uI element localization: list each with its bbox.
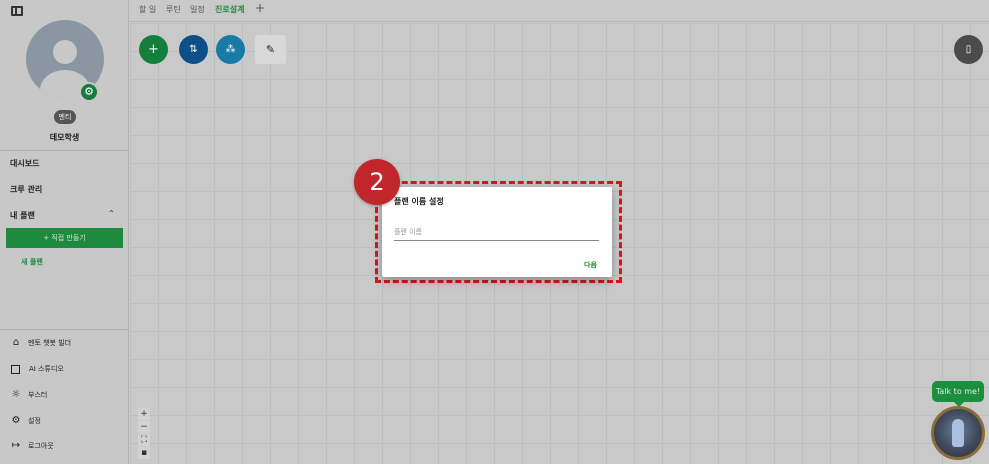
add-tab-button[interactable]: + — [255, 1, 265, 15]
sidebar-item-dashboard[interactable]: 대시보드 — [10, 158, 39, 169]
zoom-controls: + − ⛶ ▪ — [138, 408, 150, 460]
sidebar-item-label: 부스터 — [28, 391, 48, 399]
next-button[interactable]: 다음 — [584, 260, 597, 270]
sidebar-item-settings[interactable]: ⚙ 설정 — [10, 414, 41, 428]
tab-career-design[interactable]: 진로설계 — [215, 4, 244, 15]
chat-bubble[interactable]: Talk to me! — [932, 381, 984, 407]
tab-todo[interactable]: 할 일 — [139, 4, 156, 15]
sidebar-item-booster[interactable]: ☼ 부스터 — [10, 388, 48, 402]
pencil-icon: ✎ — [265, 43, 276, 56]
edit-button[interactable]: ✎ — [255, 35, 286, 64]
chevron-up-icon[interactable]: ⌃ — [108, 209, 115, 218]
tab-schedule[interactable]: 일정 — [190, 4, 205, 15]
create-plan-button[interactable]: + 직접 만들기 — [6, 228, 123, 248]
sidebar-item-ai-studio[interactable]: AI 스튜디오 — [10, 362, 64, 376]
sort-button[interactable]: ⇅ — [179, 35, 208, 64]
user-name: 데모학생 — [49, 133, 80, 142]
new-plan-link[interactable]: 새 플랜 — [21, 257, 43, 267]
nodes-icon: ⁂ — [225, 44, 236, 55]
sidebar-item-logout[interactable]: ↦ 로그아웃 — [10, 439, 54, 453]
divider — [0, 329, 129, 330]
robot-icon: ⌂ — [12, 337, 20, 348]
tab-routine[interactable]: 루틴 — [166, 4, 181, 15]
zoom-in-icon[interactable]: + — [138, 408, 150, 420]
sidebar-item-label: 로그아웃 — [28, 442, 54, 450]
role-badge: 멘티 — [54, 110, 76, 124]
fit-view-icon[interactable]: ⛶ — [138, 434, 150, 446]
profile-settings-gear-icon[interactable]: ⚙ — [79, 82, 99, 102]
divider — [0, 150, 129, 151]
sidebar-item-label: 설정 — [28, 417, 41, 425]
sidebar-item-crew[interactable]: 크루 관리 — [10, 184, 42, 195]
sidebar-item-label: 멘토 챗봇 빌더 — [28, 339, 72, 347]
trash-icon: ▯ — [965, 44, 972, 55]
plus-icon: + — [148, 42, 159, 57]
sort-arrows-icon: ⇅ — [189, 44, 198, 55]
chatbot-avatar[interactable] — [931, 406, 985, 460]
network-button[interactable]: ⁂ — [216, 35, 245, 64]
sidebar-item-my-plans[interactable]: 내 플랜 — [10, 210, 35, 221]
plan-name-dialog: 플랜 이름 설정 다음 — [382, 187, 612, 277]
sidebar: ⚙ 멘티 데모학생 대시보드 크루 관리 내 플랜 ⌃ + 직접 만들기 새 플… — [0, 0, 129, 464]
sidebar-toggle-icon[interactable] — [11, 6, 23, 16]
gear-icon: ⚙ — [11, 415, 21, 426]
lock-icon[interactable]: ▪ — [138, 447, 150, 459]
sidebar-item-chatbot-builder[interactable]: ⌂ 멘토 챗봇 빌더 — [10, 336, 71, 350]
delete-button[interactable]: ▯ — [954, 35, 983, 64]
zoom-out-icon[interactable]: − — [138, 421, 150, 433]
square-icon — [11, 364, 20, 374]
sidebar-item-label: AI 스튜디오 — [29, 365, 64, 373]
rocket-icon: ☼ — [11, 389, 21, 400]
plan-name-input[interactable] — [394, 223, 599, 241]
step-badge: 2 — [354, 159, 400, 205]
add-node-button[interactable]: + — [139, 35, 168, 64]
dialog-title: 플랜 이름 설정 — [394, 197, 444, 206]
logout-icon: ↦ — [11, 440, 21, 451]
tab-bar: 할 일 루틴 일정 진로설계 + — [129, 0, 989, 22]
